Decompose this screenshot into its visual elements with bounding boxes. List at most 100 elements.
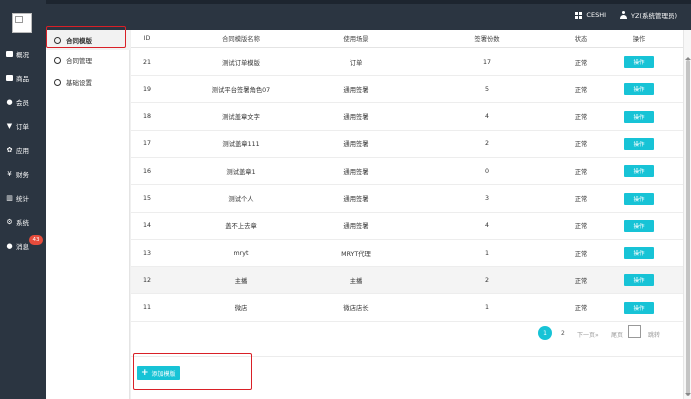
sidebar-item-label: 消息: [16, 243, 29, 251]
cell-count: 4: [484, 113, 489, 121]
chart-icon: ▥: [6, 193, 13, 202]
cell-name: 测试订单模版: [222, 59, 260, 67]
cell-id: 13: [142, 249, 151, 257]
user-icon: [620, 11, 627, 19]
sidebar-item-label: 会员: [16, 99, 29, 107]
cell-name: 测试个人: [228, 196, 254, 203]
sidebar-item-apps[interactable]: ✿ 应用: [0, 140, 46, 160]
cell-name: 测试盖章111: [222, 141, 260, 149]
cell-scene: 通用签署: [343, 196, 369, 203]
main-content: ID 合同模版名称 使用场景 签署份数 状态 操作 21 测试订单模版 订单 17 正常…: [131, 30, 683, 399]
cell-name: mryt: [233, 249, 249, 257]
dashboard-icon: [6, 51, 13, 57]
column-header-id: ID: [143, 35, 151, 42]
operate-button[interactable]: 操作: [624, 192, 654, 205]
operate-button[interactable]: 操作: [624, 301, 654, 314]
cell-status: 正常: [574, 86, 588, 94]
cell-name: 测试盖章1: [226, 168, 256, 176]
cell-status: 正常: [574, 250, 588, 258]
table-row: 11 微店 微店店长 1 正常 操作: [131, 294, 683, 322]
circle-icon: [54, 78, 61, 86]
sidebar-item-label: 系统: [16, 219, 29, 227]
column-header-status: 状态: [574, 36, 588, 43]
scroll-down-icon[interactable]: [685, 393, 691, 396]
operate-button[interactable]: 操作: [624, 274, 654, 287]
circle-icon: [54, 56, 61, 64]
cell-scene: 订单: [349, 59, 363, 67]
next-page-link[interactable]: 下一页»: [577, 330, 599, 339]
logo-image[interactable]: [12, 13, 32, 33]
cell-count: 0: [484, 167, 489, 175]
page-1-button[interactable]: 1: [538, 326, 552, 340]
cell-action: 操作: [619, 186, 659, 212]
sidebar-item-finance[interactable]: ¥ 财务: [0, 164, 46, 184]
cell-count: 4: [484, 222, 489, 230]
sidebar-item-overview[interactable]: 概况: [0, 44, 46, 64]
goods-icon: [6, 75, 13, 81]
cell-status: 正常: [574, 141, 588, 149]
add-template-button[interactable]: + 添加模版: [137, 366, 180, 380]
cell-scene: MRYT代理: [341, 250, 371, 258]
cell-action: 操作: [619, 104, 659, 130]
page-scrollbar[interactable]: [683, 30, 691, 399]
cell-id: 12: [142, 276, 151, 284]
cell-action: 操作: [619, 131, 659, 157]
cell-action: 操作: [619, 267, 659, 293]
cell-status: 正常: [574, 305, 588, 313]
table-header: ID 合同模版名称 使用场景 签署份数 状态 操作: [131, 30, 683, 48]
cell-action: 操作: [619, 76, 659, 102]
users-icon: ●: [6, 97, 13, 106]
shop-switcher[interactable]: CESHI: [575, 11, 606, 19]
sidebar-item-stats[interactable]: ▥ 统计: [0, 188, 46, 208]
sidebar-item-system[interactable]: ⚙ 系统: [0, 212, 46, 232]
table-row: 12 主播 主播 2 正常 操作: [131, 267, 683, 295]
table-row: 16 测试盖章1 通用签署 0 正常 操作: [131, 158, 683, 186]
subnav-item-contract-management[interactable]: 合同管理: [46, 50, 130, 70]
cell-name: 盖不上去章: [225, 223, 257, 231]
cell-id: 15: [142, 195, 151, 202]
page-2-link[interactable]: 2: [561, 330, 565, 337]
page-jump-button[interactable]: 跳转: [648, 330, 660, 339]
cell-action: 操作: [619, 49, 659, 75]
sidebar-item-goods[interactable]: 商品: [0, 68, 46, 88]
operate-button[interactable]: 操作: [624, 56, 654, 68]
cell-name: 测试盖章文字: [222, 114, 260, 122]
cell-action: 操作: [619, 240, 659, 266]
sidebar-item-members[interactable]: ● 会员: [0, 92, 46, 112]
scrollbar-thumb[interactable]: [686, 60, 690, 396]
cell-name: 测试平台签署角色07: [211, 86, 271, 94]
shop-label: CESHI: [586, 11, 606, 19]
cart-icon: ▼: [6, 121, 13, 130]
table-row: 18 测试盖章文字 通用签署 4 正常 操作: [131, 103, 683, 131]
last-page-link[interactable]: 尾页: [611, 330, 623, 339]
operate-button[interactable]: 操作: [624, 247, 654, 260]
table-row: 19 测试平台签署角色07 通用签署 5 正常 操作: [131, 76, 683, 104]
cell-count: 3: [484, 195, 489, 202]
cell-id: 14: [142, 222, 151, 230]
top-strip: [0, 0, 691, 4]
sidebar-item-label: 应用: [16, 147, 29, 155]
cell-status: 正常: [574, 168, 588, 176]
operate-button[interactable]: 操作: [624, 165, 654, 178]
sidebar-item-orders[interactable]: ▼ 订单: [0, 116, 46, 136]
operate-button[interactable]: 操作: [624, 83, 654, 96]
yen-icon: ¥: [7, 169, 12, 178]
operate-button[interactable]: 操作: [624, 110, 654, 123]
cell-id: 21: [142, 58, 151, 66]
cell-status: 正常: [574, 114, 588, 122]
subnav-item-contract-templates[interactable]: 合同模版: [46, 30, 130, 50]
sidebar-item-label: 商品: [16, 75, 29, 83]
message-icon: ●: [6, 241, 13, 250]
cell-name: 微店: [234, 305, 248, 313]
page-jump-input[interactable]: [628, 325, 641, 338]
divider: [131, 356, 683, 357]
operate-button[interactable]: 操作: [624, 219, 654, 232]
table-row: 15 测试个人 通用签署 3 正常 操作: [131, 185, 683, 213]
user-menu[interactable]: YZ(系统管理员): [620, 10, 677, 20]
subnav-item-basic-settings[interactable]: 基础设置: [46, 72, 130, 92]
column-header-scene: 使用场景: [343, 36, 369, 43]
operate-button[interactable]: 操作: [624, 137, 654, 150]
subnav-item-label: 合同管理: [66, 57, 92, 65]
top-bar: CESHI YZ(系统管理员): [0, 0, 691, 30]
cell-id: 16: [142, 167, 151, 175]
